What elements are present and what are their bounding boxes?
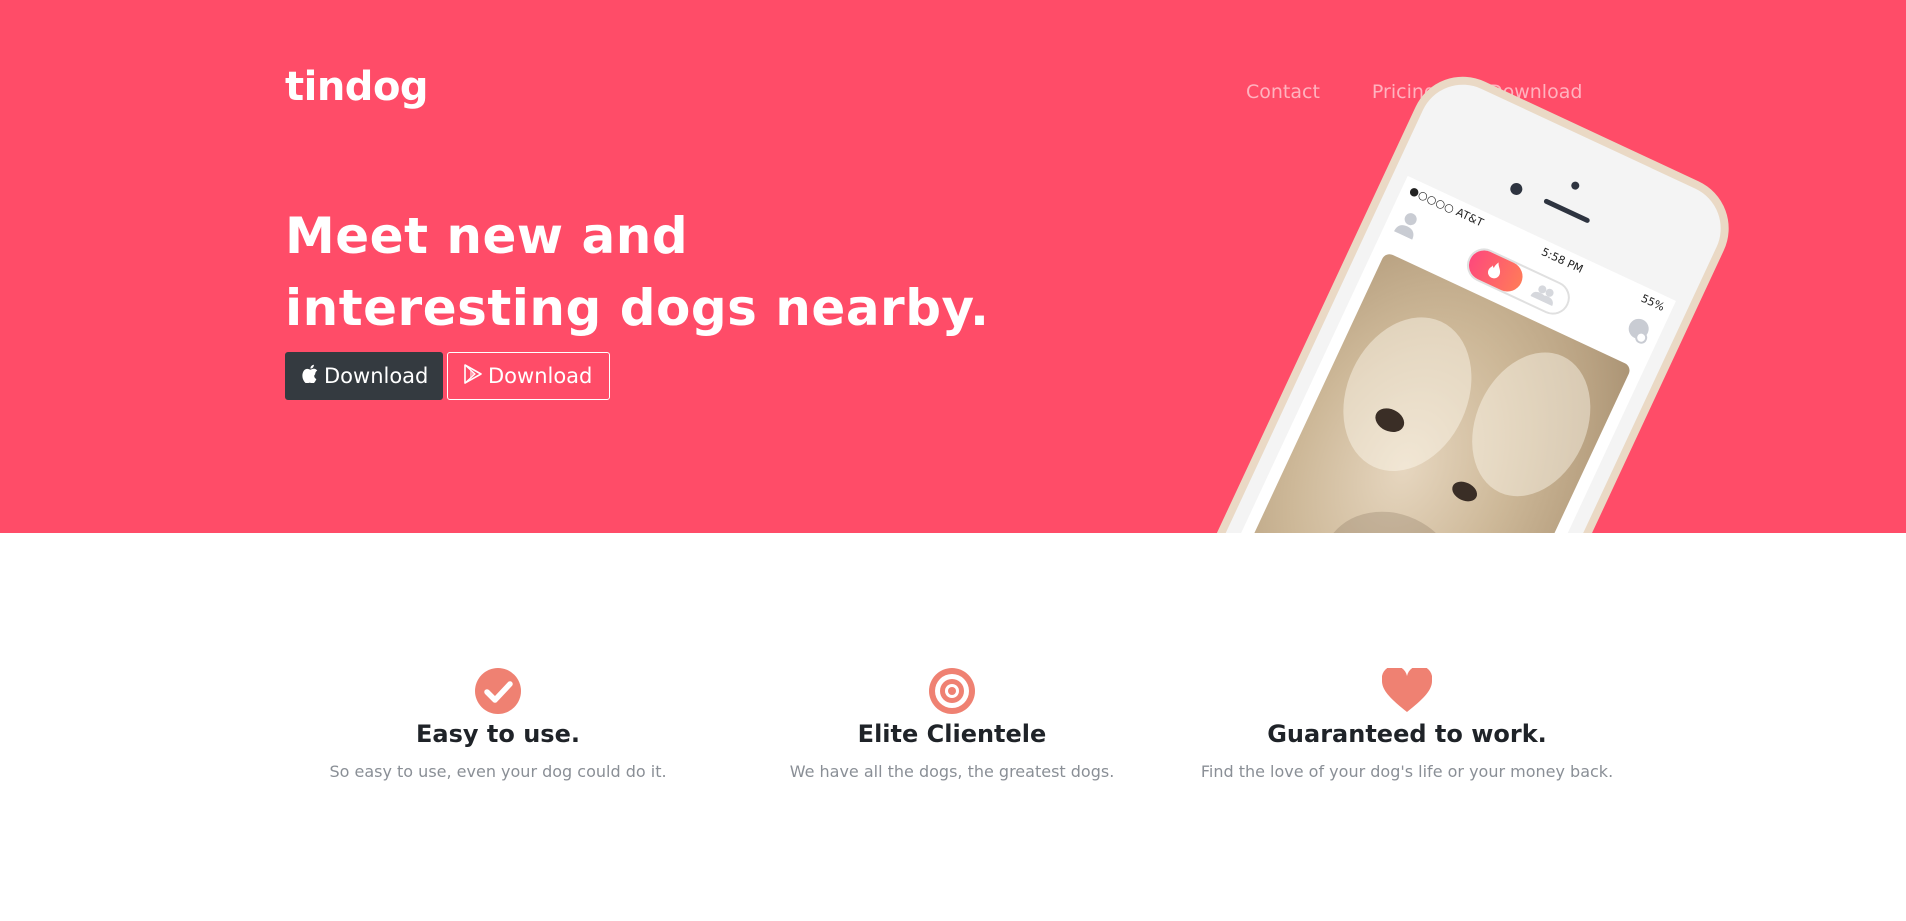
- apple-icon: [302, 364, 318, 388]
- people-icon: [1529, 281, 1559, 309]
- phone-sensor: [1569, 180, 1581, 191]
- phone-screen: ●○○○○ AT&T 5:58 PM 55%: [1187, 175, 1676, 533]
- chat-icon: [1621, 314, 1655, 350]
- feature-elite-clientele: Elite Clientele We have all the dogs, th…: [725, 668, 1179, 781]
- nav-contact-link[interactable]: Contact: [1246, 81, 1320, 103]
- google-play-download-button[interactable]: Download: [447, 352, 610, 400]
- phone-camera: [1508, 181, 1525, 197]
- battery-label: 55%: [1639, 291, 1667, 314]
- heart-icon: [1180, 668, 1634, 714]
- apple-download-label: Download: [324, 364, 429, 388]
- feature-text: Find the love of your dog's life or your…: [1200, 762, 1614, 781]
- mode-toggle-active: [1464, 245, 1528, 297]
- feature-guaranteed: Guaranteed to work. Find the love of you…: [1180, 668, 1634, 781]
- flame-icon: [1483, 259, 1505, 285]
- hero-headline-line1: Meet new and: [285, 207, 689, 265]
- feature-text: We have all the dogs, the greatest dogs.: [789, 762, 1115, 781]
- phone-mockup: ●○○○○ AT&T 5:58 PM 55%: [1114, 25, 1818, 533]
- phone-speaker: [1543, 198, 1591, 224]
- phone-frame: ●○○○○ AT&T 5:58 PM 55%: [1150, 59, 1746, 533]
- hero-headline: Meet new and interesting dogs nearby.: [285, 200, 990, 344]
- dog-eye-right: [1449, 477, 1481, 506]
- feature-title: Elite Clientele: [857, 720, 1047, 748]
- feature-title: Guaranteed to work.: [1267, 720, 1547, 748]
- feature-easy-to-use: Easy to use. So easy to use, even your d…: [271, 668, 725, 781]
- hero-section: tindog Contact Pricing Download Meet new…: [0, 0, 1906, 533]
- apple-download-button[interactable]: Download: [285, 352, 443, 400]
- google-play-icon: [464, 363, 482, 389]
- features-section: Easy to use. So easy to use, even your d…: [0, 533, 1906, 921]
- time-label: 5:58 PM: [1539, 244, 1586, 276]
- feature-title: Easy to use.: [416, 720, 580, 748]
- profile-icon: [1391, 207, 1424, 243]
- google-play-download-label: Download: [488, 364, 593, 388]
- check-circle-icon: [271, 668, 725, 714]
- bullseye-icon: [725, 668, 1179, 714]
- brand-logo[interactable]: tindog: [285, 64, 429, 110]
- hero-headline-line2: interesting dogs nearby.: [285, 279, 990, 337]
- feature-text: So easy to use, even your dog could do i…: [329, 762, 667, 781]
